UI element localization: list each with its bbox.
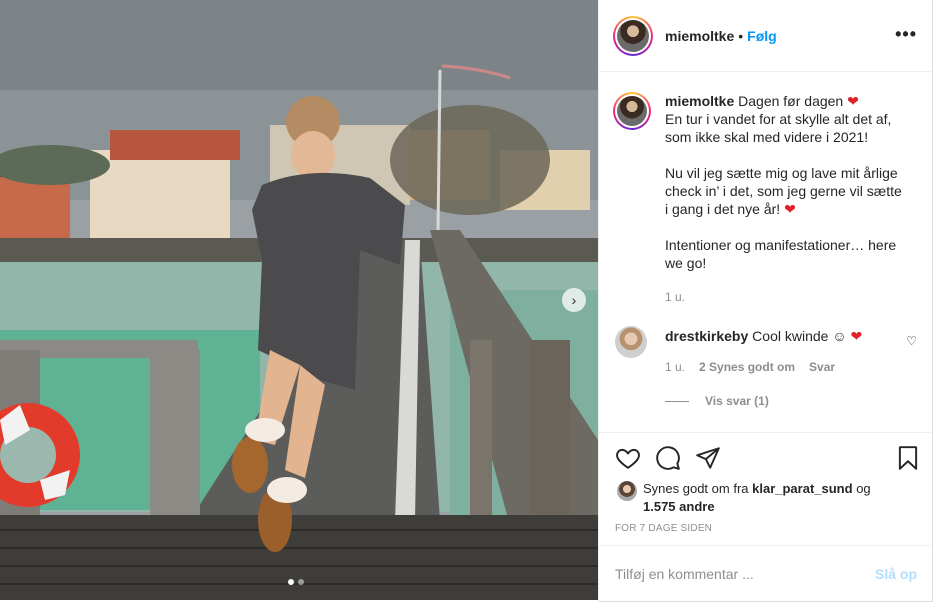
next-slide-button[interactable]: ›: [562, 288, 586, 312]
view-replies-button[interactable]: Vis svar (1): [665, 394, 769, 408]
caption-time[interactable]: 1 u.: [665, 288, 905, 306]
caption-line-1: Dagen før dagen: [738, 93, 844, 109]
heart-icon[interactable]: [615, 445, 641, 471]
carousel-dots: [288, 579, 304, 585]
comment-likes[interactable]: 2 Synes godt om: [699, 360, 795, 374]
likes-summary: Synes godt om fra klar_parat_sund og 1.5…: [617, 480, 917, 516]
liker-avatar[interactable]: [617, 481, 637, 501]
avatar[interactable]: [613, 15, 653, 56]
view-replies-label: Vis svar (1): [705, 394, 769, 408]
caption-username[interactable]: miemoltke: [665, 93, 734, 109]
comment-username[interactable]: drestkirkeby: [665, 328, 748, 344]
caption-paragraph-3: Intentioner og manifestationer… here we …: [665, 237, 897, 271]
action-bar: [599, 432, 933, 484]
caption: miemoltke Dagen før dagen ❤ En tur i van…: [613, 92, 919, 306]
comment-icon[interactable]: [655, 445, 681, 471]
carousel-dot-1: [288, 579, 294, 585]
more-icon[interactable]: •••: [895, 25, 917, 43]
post-header: miemoltke • Følg •••: [599, 0, 933, 72]
carousel-dot-2: [298, 579, 304, 585]
post-comment-button[interactable]: Slå op: [875, 566, 917, 582]
likes-prefix: Synes godt om fra: [643, 481, 749, 496]
header-username[interactable]: miemoltke: [665, 28, 734, 44]
comment-text: Cool kwinde ☺: [752, 328, 847, 344]
comment-like-icon[interactable]: ♡: [906, 334, 917, 348]
photo-scene: [0, 0, 598, 600]
heart-emoji-icon: ❤: [850, 328, 863, 344]
next-arrow-icon: ›: [571, 292, 577, 308]
likes-joiner: og: [856, 481, 871, 496]
post-photo[interactable]: ›: [0, 0, 598, 600]
likes-others[interactable]: 1.575 andre: [643, 499, 715, 514]
liker-username[interactable]: klar_parat_sund: [752, 481, 852, 496]
follow-button[interactable]: Følg: [747, 28, 777, 44]
comment: drestkirkeby Cool kwinde ☺ ❤ 1 u. 2 Syne…: [615, 326, 921, 374]
comment-input[interactable]: [615, 565, 875, 582]
caption-line-1-rest: En tur i vandet for at skylle alt det af…: [665, 111, 892, 145]
comment-time[interactable]: 1 u.: [665, 360, 685, 374]
heart-emoji-icon: ❤: [784, 201, 796, 217]
comment-reply-button[interactable]: Svar: [809, 360, 835, 374]
post-side-panel: miemoltke • Følg ••• miemoltke Dagen før…: [598, 0, 933, 602]
heart-emoji-icon: ❤: [847, 93, 859, 109]
post-date[interactable]: FOR 7 DAGE SIDEN: [615, 523, 712, 534]
header-separator: •: [738, 27, 744, 44]
add-comment-bar: Slå op: [599, 545, 933, 601]
caption-avatar[interactable]: [613, 92, 651, 130]
share-icon[interactable]: [695, 445, 721, 471]
comment-avatar[interactable]: [615, 326, 647, 358]
bookmark-icon[interactable]: [895, 445, 921, 471]
